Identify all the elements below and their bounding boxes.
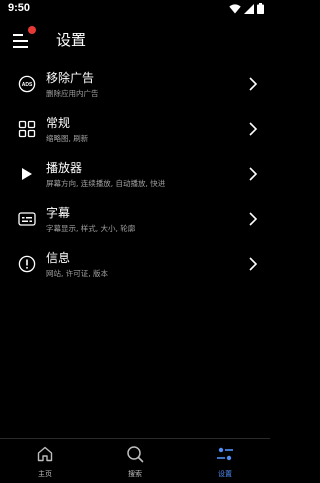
settings-item-info[interactable]: 信息 网站, 许可证, 版本 (0, 242, 270, 287)
bottom-nav: 主页 搜索 设置 (0, 438, 270, 483)
grid-icon (18, 120, 36, 138)
settings-sliders-icon (217, 447, 233, 461)
ads-icon: ADS (18, 75, 36, 93)
tab-settings[interactable]: 设置 (180, 439, 270, 483)
item-title: 移除广告 (46, 71, 95, 85)
tab-search[interactable]: 搜索 (90, 439, 180, 483)
settings-item-subtitles[interactable]: 字幕 字幕显示, 样式, 大小, 轮廓 (0, 197, 270, 242)
settings-item-player[interactable]: 播放器 屏幕方向, 连续播放, 自动播放, 快进 (0, 152, 270, 197)
status-bar: 9:50 (0, 0, 270, 18)
app-header: 设置 (0, 22, 270, 58)
item-title: 信息 (46, 251, 71, 265)
tab-label: 搜索 (128, 470, 142, 478)
chevron-right-icon (249, 122, 258, 136)
item-subtitle: 缩略图, 刷新 (46, 134, 89, 143)
item-subtitle: 删除应用内广告 (46, 89, 99, 98)
wifi-icon (229, 3, 241, 14)
info-icon (18, 255, 36, 273)
item-subtitle: 屏幕方向, 连续播放, 自动播放, 快进 (46, 179, 166, 188)
play-icon (22, 168, 32, 180)
settings-item-remove-ads[interactable]: ADS 移除广告 删除应用内广告 (0, 62, 270, 107)
chevron-right-icon (249, 257, 258, 271)
tab-home[interactable]: 主页 (0, 439, 90, 483)
settings-item-general[interactable]: 常规 缩略图, 刷新 (0, 107, 270, 152)
item-title: 字幕 (46, 206, 71, 220)
notification-badge (28, 26, 36, 34)
item-subtitle: 字幕显示, 样式, 大小, 轮廓 (46, 224, 136, 233)
tab-label: 主页 (38, 470, 52, 478)
search-icon (127, 446, 144, 463)
settings-list: ADS 移除广告 删除应用内广告 常规 缩略图, 刷新 播放器 屏幕方向, 连续… (0, 62, 270, 287)
menu-icon (13, 34, 28, 48)
tab-label: 设置 (218, 470, 232, 478)
battery-icon (257, 3, 264, 14)
page-title: 设置 (56, 31, 87, 49)
signal-icon (244, 3, 254, 14)
chevron-right-icon (249, 212, 258, 226)
chevron-right-icon (249, 167, 258, 181)
status-icons (229, 3, 264, 14)
home-icon (37, 446, 53, 462)
item-subtitle: 网站, 许可证, 版本 (46, 269, 109, 278)
subtitles-icon (18, 212, 36, 226)
chevron-right-icon (249, 77, 258, 91)
item-title: 播放器 (46, 161, 83, 175)
svg-text:ADS: ADS (22, 82, 33, 88)
status-time: 9:50 (8, 2, 31, 14)
item-title: 常规 (46, 116, 71, 130)
